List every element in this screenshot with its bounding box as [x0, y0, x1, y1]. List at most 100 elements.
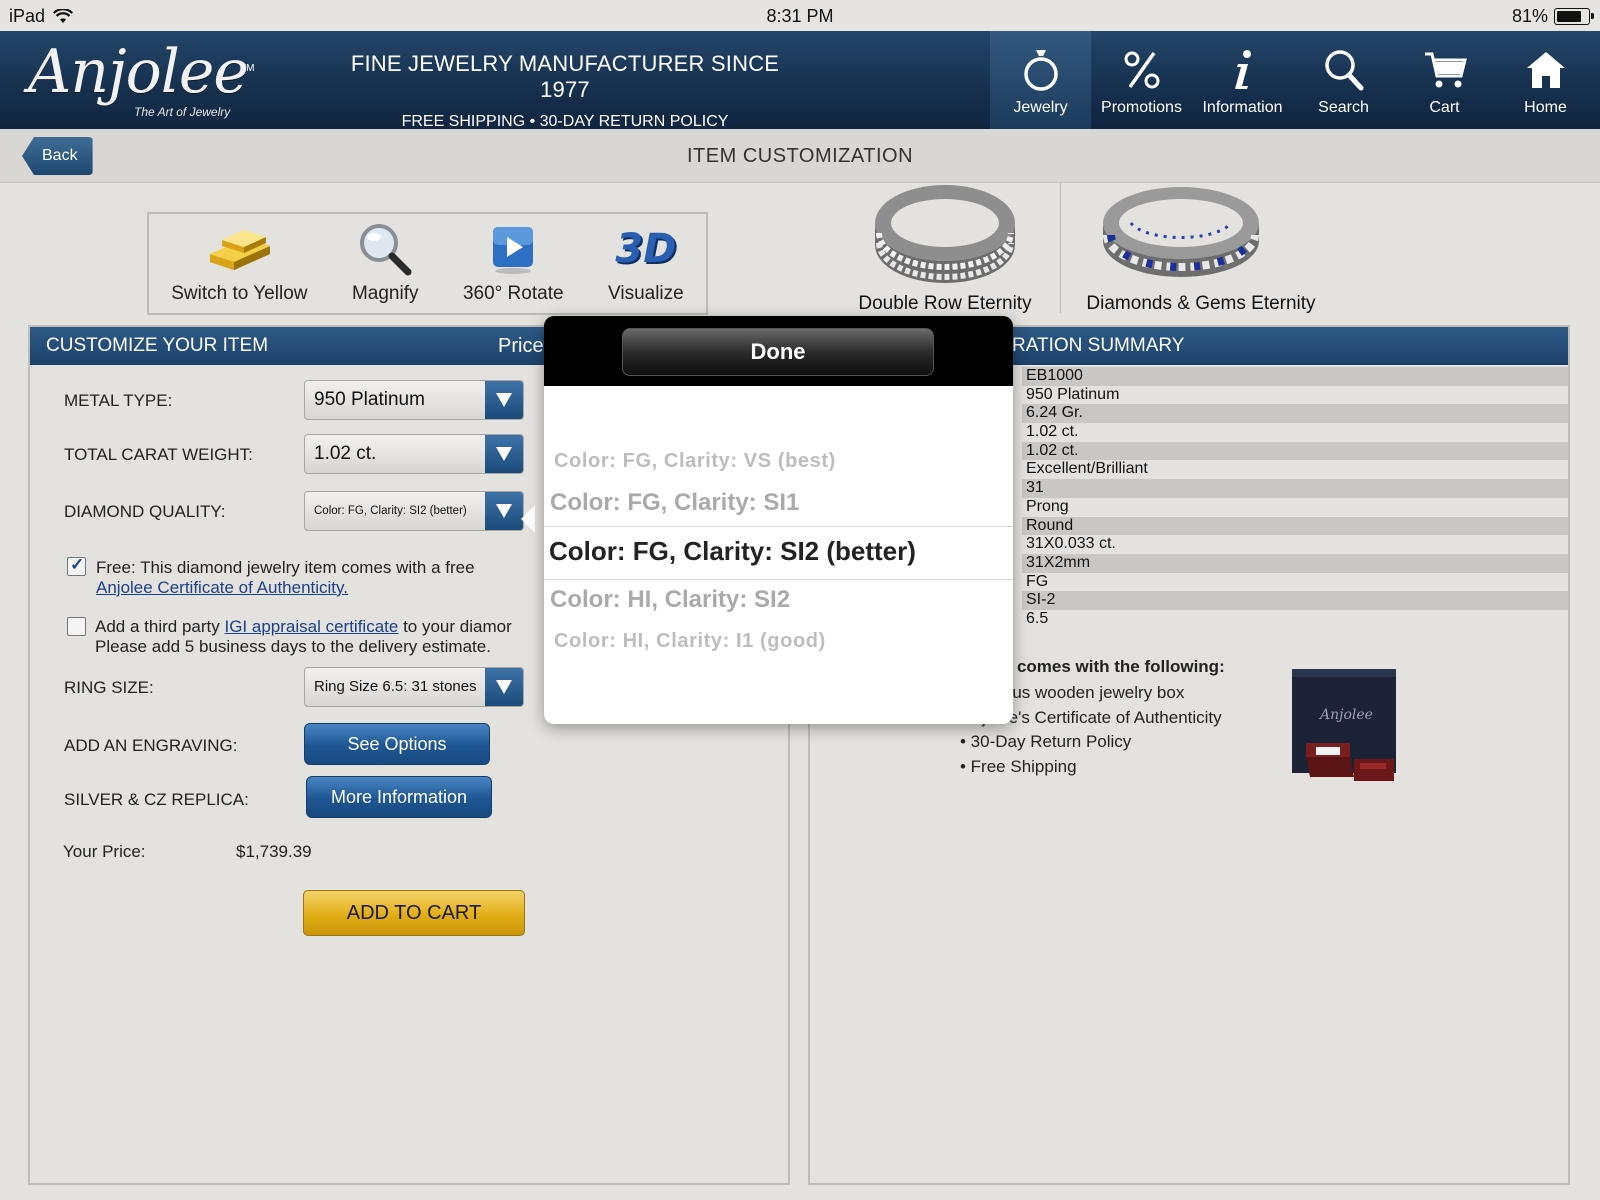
igi-link[interactable]: IGI appraisal certificate [224, 617, 398, 636]
chevron-down-icon [485, 381, 523, 419]
summary-row: 31X2mm [1022, 553, 1568, 573]
tagline-main: FINE JEWELRY MANUFACTURER SINCE 1977 [350, 51, 780, 102]
nav-information[interactable]: Information [1192, 31, 1293, 129]
igi-text-suffix: to your diamor [398, 617, 512, 636]
status-bar: iPad 8:31 PM 81% [0, 0, 1600, 31]
picker-option[interactable]: Color: FG, Clarity: VS (best) [554, 450, 1013, 473]
comes-with-item: • 30-Day Return Policy [960, 732, 1132, 751]
igi-checkbox[interactable] [67, 617, 86, 636]
certificate-text: Free: This diamond jewelry item comes wi… [96, 558, 475, 598]
summary-row: FG [1026, 572, 1049, 590]
nav-jewelry[interactable]: Jewelry [990, 31, 1091, 129]
replica-label: SILVER & CZ REPLICA: [64, 790, 249, 809]
thumb-double-row-eternity[interactable]: Double Row Eternity [835, 183, 1055, 315]
thumb-label: Diamonds & Gems Eternity [1086, 293, 1316, 314]
picker-option[interactable]: Color: HI, Clarity: SI2 [550, 586, 1013, 614]
thumb-divider [1060, 183, 1061, 313]
quality-picker[interactable]: Color: FG, Clarity: VS (best) Color: FG,… [544, 386, 1013, 724]
gold-bars-icon [204, 219, 274, 279]
search-icon [1323, 45, 1365, 95]
tool-label: 360° Rotate [462, 283, 564, 304]
ring-image [875, 185, 1015, 283]
tool-label: Visualize [608, 283, 684, 304]
price-label: Price [498, 335, 544, 357]
picker-option[interactable]: Color: HI, Clarity: I1 (good) [554, 630, 1013, 653]
summary-row: 31X0.033 ct. [1026, 535, 1116, 553]
diamond-quality-select[interactable]: Color: FG, Clarity: SI2 (better) [304, 491, 524, 531]
chevron-down-icon [485, 668, 523, 706]
igi-text: Add a third party IGI appraisal certific… [95, 617, 512, 657]
done-button[interactable]: Done [622, 328, 934, 376]
nav-label: Promotions [1101, 99, 1182, 116]
certificate-link[interactable]: Anjolee Certificate of Authenticity. [96, 578, 348, 597]
rotate-360-button[interactable]: 360° Rotate [463, 219, 564, 305]
your-price-label: Your Price: [63, 842, 146, 861]
chevron-down-icon [485, 435, 523, 473]
summary-table: EB1000 950 Platinum 6.24 Gr. 1.02 ct. 1.… [1022, 367, 1568, 629]
comes-with-item: • Free Shipping [960, 756, 1077, 776]
picker-option-selected[interactable]: Color: FG, Clarity: SI2 (better) [549, 536, 1013, 567]
picker-option[interactable]: Color: FG, Clarity: SI1 [550, 489, 1013, 517]
ring-size-label: RING SIZE: [64, 678, 154, 697]
customize-heading: CUSTOMIZE YOUR ITEM [46, 335, 269, 356]
chevron-down-icon [485, 492, 523, 530]
view-tools: Switch to Yellow Magnify 360° Rotate 3D … [147, 212, 708, 315]
magnifier-icon [357, 219, 413, 279]
header-tagline: FINE JEWELRY MANUFACTURER SINCE 1977 FRE… [330, 51, 800, 131]
ring-size-select[interactable]: Ring Size 6.5: 31 stones [304, 667, 524, 707]
cart-icon [1423, 45, 1467, 95]
popover-header: Done [544, 316, 1013, 386]
quality-picker-popover: Done Color: FG, Clarity: VS (best) Color… [544, 316, 1013, 724]
summary-row: Round [1022, 516, 1568, 536]
comes-with-heading: tem comes with the following: [982, 657, 1225, 676]
popover-arrow [521, 505, 535, 533]
nav-label: Home [1524, 99, 1567, 116]
check-icon: ✓ [70, 555, 85, 574]
select-value: Color: FG, Clarity: SI2 (better) [314, 505, 467, 517]
magnify-button[interactable]: Magnify [352, 219, 419, 305]
similar-items: Double Row Eternity Diamonds & Gems Eter… [835, 183, 1335, 323]
page-title: ITEM CUSTOMIZATION [686, 145, 914, 167]
nav-label: Search [1318, 99, 1369, 116]
nav-home[interactable]: Home [1495, 31, 1596, 129]
battery-icon [1554, 8, 1594, 25]
your-price-value: $1,739.39 [236, 842, 312, 861]
ring-icon [1021, 45, 1061, 95]
nav-search[interactable]: Search [1293, 31, 1394, 129]
carat-weight-select[interactable]: 1.02 ct. [304, 434, 524, 474]
info-icon [1228, 45, 1258, 95]
logo-wordmark: Anjolee [28, 37, 249, 107]
3d-icon: 3D [615, 219, 676, 279]
switch-to-yellow-button[interactable]: Switch to Yellow [171, 219, 307, 305]
summary-row: SI-2 [1022, 591, 1568, 610]
percent-icon [1122, 45, 1162, 95]
metal-type-select[interactable]: 950 Platinum [304, 380, 524, 420]
certificate-checkbox[interactable]: ✓ [67, 555, 86, 576]
3d-icon-text: 3D [615, 226, 677, 272]
nav-cart[interactable]: Cart [1394, 31, 1495, 129]
summary-row: 1.02 ct. [1026, 423, 1079, 441]
add-to-cart-button[interactable]: ADD TO CART [303, 890, 525, 936]
thumb-diamonds-gems-eternity[interactable]: Diamonds & Gems Eternity [1071, 183, 1331, 315]
tool-label: Magnify [351, 283, 419, 304]
visualize-button[interactable]: 3D Visualize [608, 219, 684, 305]
certificate-description: Free: This diamond jewelry item comes wi… [96, 558, 475, 577]
more-information-button[interactable]: More Information [306, 776, 492, 818]
thumb-label: Double Row Eternity [858, 293, 1032, 314]
nav-promotions[interactable]: Promotions [1091, 31, 1192, 129]
summary-heading: RATION SUMMARY [1012, 335, 1185, 356]
igi-text-prefix: Add a third party [95, 617, 220, 636]
see-options-button[interactable]: See Options [304, 723, 490, 765]
status-time: 8:31 PM [766, 6, 834, 26]
nav-label: Information [1202, 99, 1283, 116]
battery-fill [1557, 11, 1582, 22]
metal-type-label: METAL TYPE: [64, 391, 173, 410]
diamond-quality-label: DIAMOND QUALITY: [64, 502, 226, 521]
select-value: Ring Size 6.5: 31 stones [314, 678, 477, 695]
select-value: 1.02 ct. [314, 443, 377, 464]
engraving-label: ADD AN ENGRAVING: [64, 736, 238, 755]
logo[interactable]: Anjolee TM The Art of Jewelry [26, 37, 256, 123]
app-header: Anjolee TM The Art of Jewelry FINE JEWEL… [0, 31, 1600, 131]
igi-delivery-note: Please add 5 business days to the delive… [95, 637, 491, 656]
carat-weight-label: TOTAL CARAT WEIGHT: [64, 445, 253, 464]
